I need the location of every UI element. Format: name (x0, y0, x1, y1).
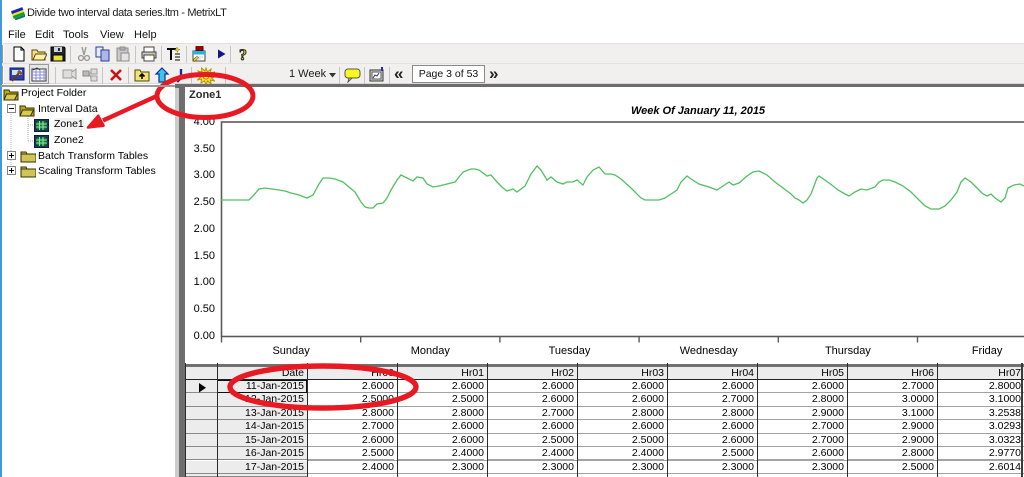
svg-text:?: ? (239, 47, 247, 62)
